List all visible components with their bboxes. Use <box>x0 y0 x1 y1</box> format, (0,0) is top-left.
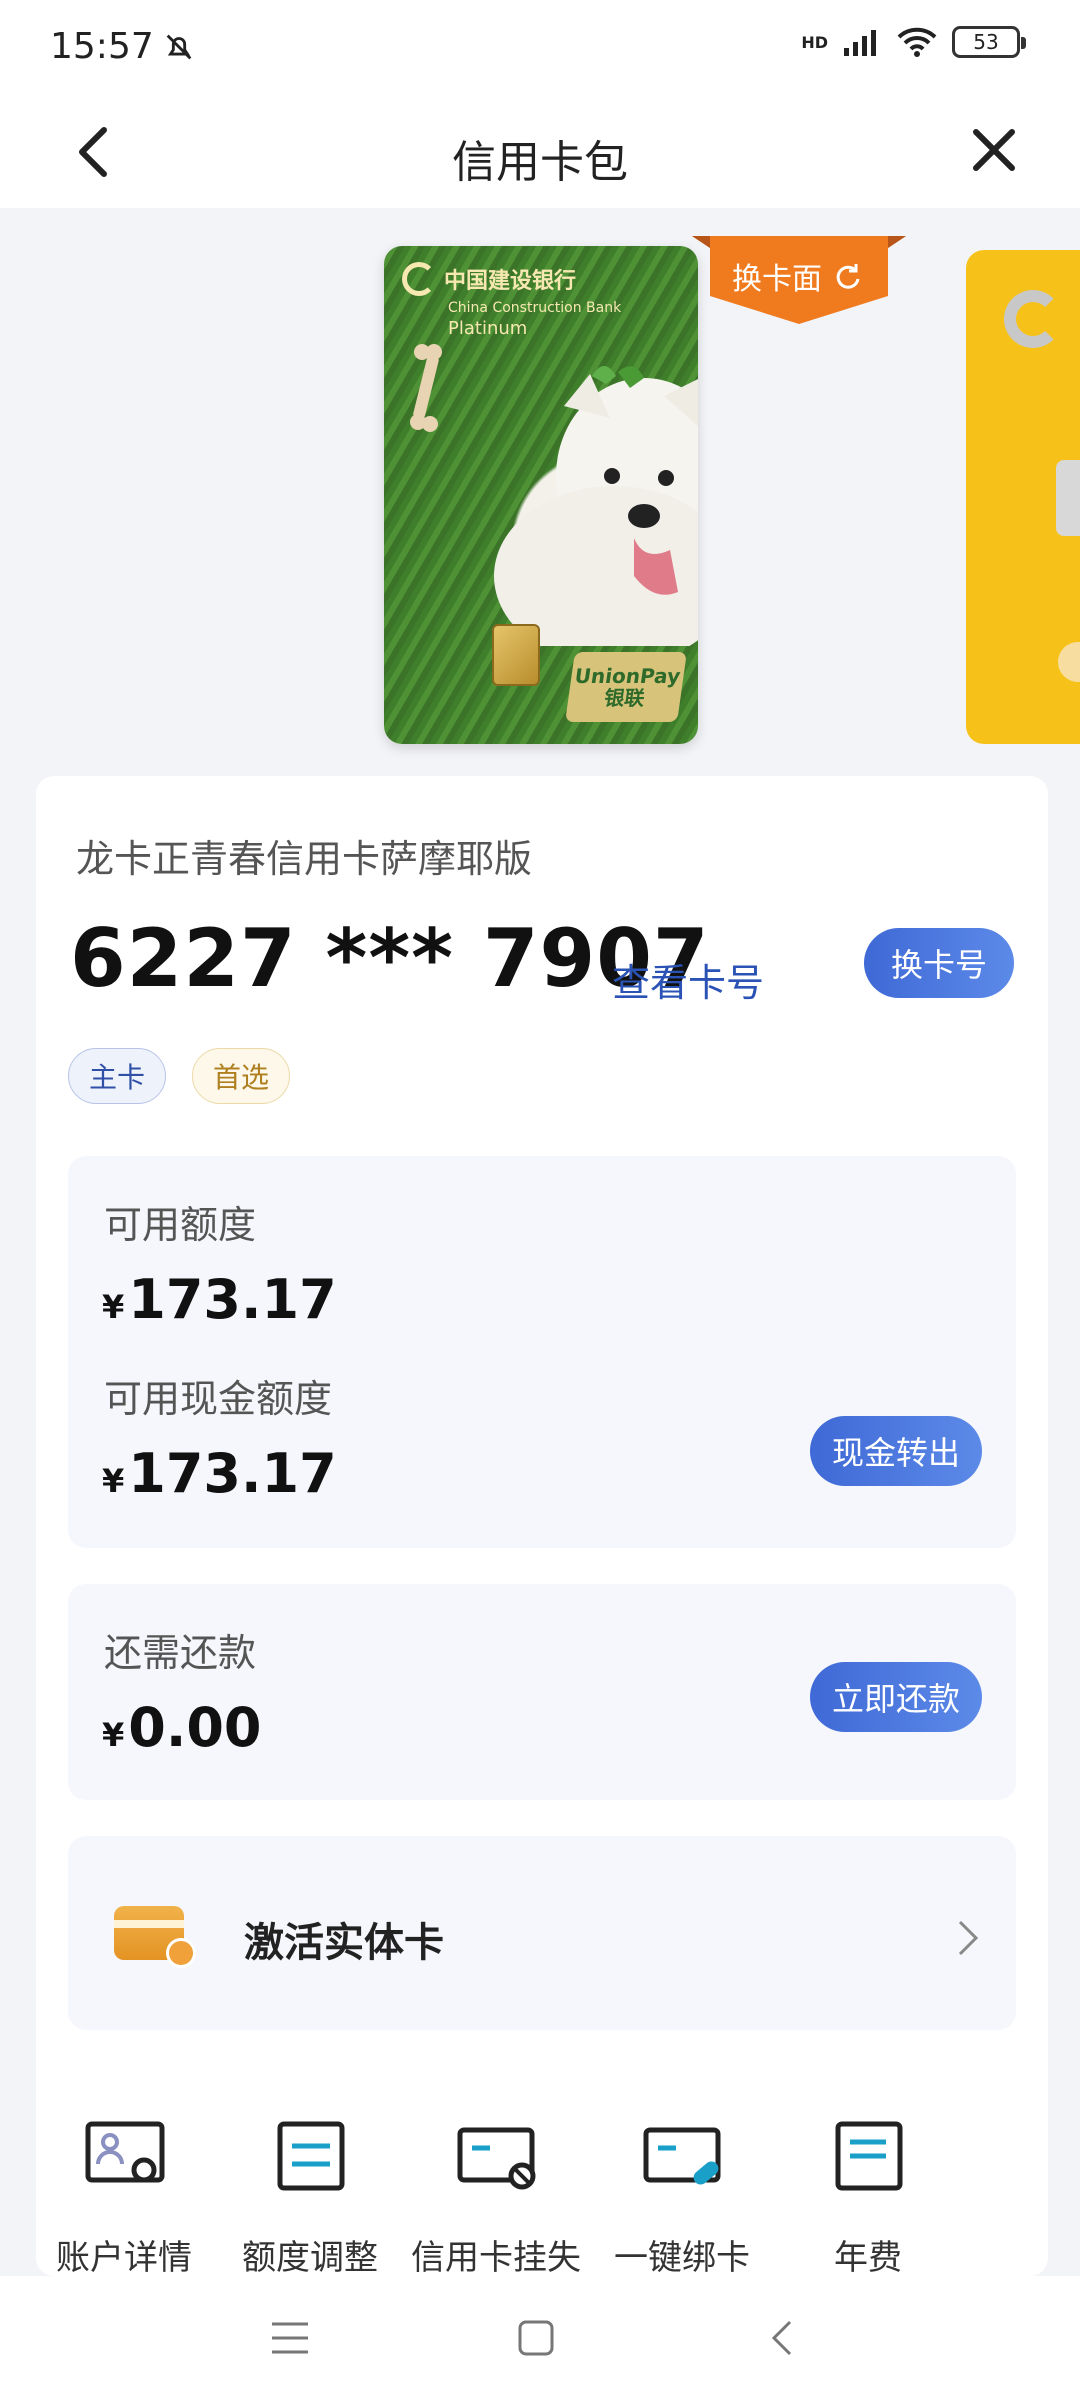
bank-name-en: China Construction Bank <box>448 300 622 316</box>
samoyed-dog-illustration <box>494 366 698 646</box>
chevron-left-icon <box>771 2320 792 2356</box>
repayment-box: 还需还款 ¥ 0.00 立即还款 <box>68 1584 1016 1800</box>
card-tier: Platinum <box>448 318 528 339</box>
battery-icon: 53 <box>952 26 1026 58</box>
annual-fee-icon <box>835 2121 903 2191</box>
cash-limit-amount: ¥ 173.17 <box>102 1442 337 1505</box>
card-detail-panel: 龙卡正青春信用卡萨摩耶版 6227 *** 7907 查看卡号 换卡号 主卡 首… <box>36 776 1048 2276</box>
tool-label: 一键绑卡 <box>614 2238 750 2276</box>
tool-label: 账户详情 <box>56 2238 192 2276</box>
check-badge-icon <box>166 1938 196 1968</box>
home-button[interactable] <box>508 2310 564 2366</box>
battery-level: 53 <box>973 30 999 54</box>
repayment-due-label: 还需还款 <box>104 1631 257 1675</box>
system-back-button[interactable] <box>754 2310 810 2366</box>
available-limit-amount: ¥ 173.17 <box>102 1268 337 1331</box>
bell-off-icon <box>166 34 192 59</box>
bank-logo: 中国建设银行 <box>402 262 576 296</box>
primary-card-badge: 主卡 <box>68 1048 167 1104</box>
card-image[interactable]: 中国建设银行 China Construction Bank Platinum … <box>384 246 698 744</box>
change-face-label: 换卡面 <box>732 262 822 297</box>
repayment-due-amount: ¥ 0.00 <box>102 1696 262 1759</box>
ccb-logo-icon <box>1004 290 1062 348</box>
close-button[interactable] <box>962 118 1026 182</box>
menu-icon <box>272 2322 308 2354</box>
signal-icon <box>844 30 876 56</box>
currency-symbol: ¥ <box>102 1462 125 1500</box>
credit-limit-box: 可用额度 ¥ 173.17 可用现金额度 ¥ 173.17 现金转出 <box>68 1156 1016 1548</box>
tool-limit-adjust[interactable]: 额度调整 <box>210 2116 410 2276</box>
limit-adjust-icon <box>277 2121 345 2191</box>
change-card-face-button[interactable]: 换卡面 <box>692 232 906 328</box>
card-chip <box>1056 460 1080 536</box>
unionpay-logo: UnionPay 银联 <box>565 652 687 722</box>
card-emblem <box>1058 642 1080 682</box>
card-carousel[interactable]: 中国建设银行 China Construction Bank Platinum … <box>0 208 1080 768</box>
tool-report-loss[interactable]: 信用卡挂失 <box>396 2116 596 2276</box>
tool-annual-fee[interactable]: 年费 <box>768 2116 968 2276</box>
bone-icon <box>410 344 442 432</box>
card-report-loss-icon <box>457 2127 536 2190</box>
status-time: 15:57 <box>50 26 154 67</box>
cash-transfer-button[interactable]: 现金转出 <box>810 1416 982 1486</box>
tool-label: 信用卡挂失 <box>411 2238 581 2276</box>
bank-name: 中国建设银行 <box>444 269 577 294</box>
currency-symbol: ¥ <box>102 1288 125 1326</box>
card-name: 龙卡正青春信用卡萨摩耶版 <box>76 837 533 881</box>
activate-card-row[interactable]: 激活实体卡 <box>68 1836 1016 2030</box>
card-chip <box>492 624 540 686</box>
bind-card-icon <box>643 2127 721 2185</box>
repay-now-button[interactable]: 立即还款 <box>810 1662 982 1732</box>
activate-card-label: 激活实体卡 <box>244 1920 444 1966</box>
chevron-right-icon <box>958 1920 979 1956</box>
network-type: HD <box>801 32 828 52</box>
ccb-logo-icon <box>402 262 436 296</box>
service-shortcuts: 账户详情 额度调整 信用卡挂失 一键绑卡 年费 <box>36 2116 1048 2276</box>
wifi-icon <box>897 27 937 57</box>
nav-bar: 信用卡包 <box>0 96 1080 208</box>
page-title: 信用卡包 <box>452 137 628 188</box>
switch-card-number-button[interactable]: 换卡号 <box>864 928 1014 998</box>
tool-bind-card[interactable]: 一键绑卡 <box>582 2116 782 2276</box>
refresh-icon <box>836 264 860 289</box>
tool-account-details[interactable]: 账户详情 <box>36 2116 224 2276</box>
available-limit-label: 可用额度 <box>104 1203 257 1247</box>
status-bar: 15:57 HD 53 <box>0 0 1080 96</box>
preferred-badge: 首选 <box>192 1048 291 1104</box>
system-nav-bar <box>0 2276 1080 2400</box>
menu-button[interactable] <box>262 2310 318 2366</box>
view-card-number-link[interactable]: 查看卡号 <box>612 952 764 1007</box>
tool-label: 年费 <box>834 2238 902 2276</box>
home-square-icon <box>518 2320 554 2356</box>
currency-symbol: ¥ <box>102 1716 125 1754</box>
tool-label: 额度调整 <box>242 2238 378 2276</box>
cash-limit-label: 可用现金额度 <box>104 1377 333 1421</box>
close-icon <box>973 129 1015 171</box>
account-detail-icon <box>85 2121 165 2183</box>
next-card-preview[interactable] <box>966 250 1080 744</box>
